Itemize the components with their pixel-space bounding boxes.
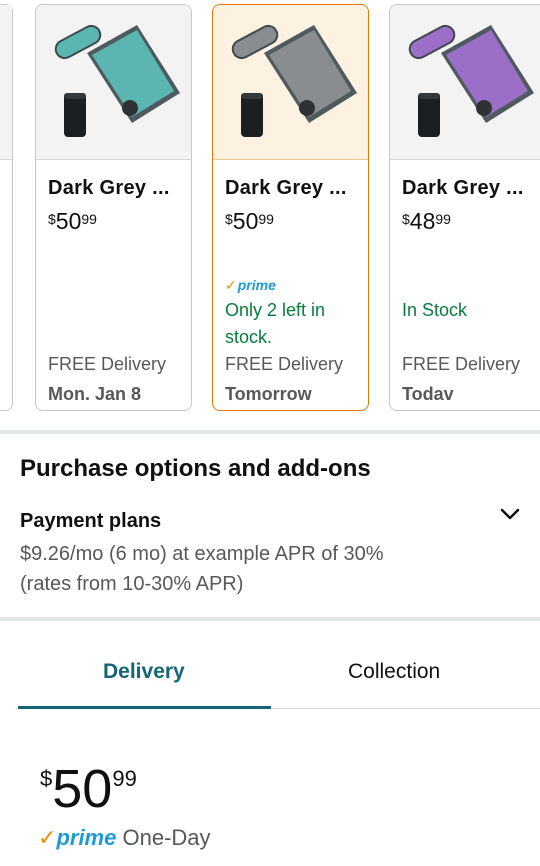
variant-card-3[interactable]: Dark Grey ... $4899 In Stock FREE Delive… (389, 4, 540, 411)
stock-status: In Stock (402, 300, 468, 320)
section-divider (0, 617, 540, 621)
payment-plans-title[interactable]: Payment plans (20, 510, 161, 533)
delivery-day: Todav (402, 384, 454, 404)
product-image (213, 5, 368, 160)
tab-collection[interactable]: Collection (348, 660, 440, 684)
variant-card-partial[interactable] (0, 4, 13, 411)
delivery-speed: One-Day (122, 825, 211, 850)
prime-logo: prime (56, 825, 117, 850)
section-divider (0, 430, 540, 434)
variant-carousel: Dark Grey ... $5099 FREE Delivery Mon. J… (0, 0, 540, 420)
delivery-day: Mon. Jan 8 (48, 384, 142, 404)
delivery-day: Tomorrow (225, 384, 312, 404)
variant-title: Dark Grey ... (225, 177, 347, 199)
variant-title: Dark Grey ... (48, 177, 170, 199)
acupressure-mat-image (54, 24, 180, 137)
prime-check-icon: ✓ (38, 825, 57, 850)
acupressure-mat-image (408, 24, 534, 137)
product-image (36, 5, 191, 160)
prime-one-day: ✓prime One-Day (38, 825, 211, 851)
prime-badge: ✓prime (225, 277, 276, 293)
purchase-options-heading: Purchase options and add-ons (20, 455, 371, 482)
product-image (390, 5, 540, 160)
tab-delivery[interactable]: Delivery (103, 660, 185, 684)
variant-price: $4899 (402, 208, 451, 234)
variant-card-2[interactable]: Dark Grey ... $5099 ✓prime Only 2 left i… (212, 4, 369, 411)
chevron-down-icon[interactable] (498, 505, 522, 525)
variant-title: Dark Grey ... (402, 177, 524, 199)
stock-status-line-1: Only 2 left in (225, 300, 326, 320)
delivery-label: FREE Delivery (225, 354, 344, 374)
active-tab-indicator (18, 706, 271, 709)
payment-plans-detail: $9.26/mo (6 mo) at example APR of 30% (20, 543, 384, 565)
variant-price: $5099 (48, 208, 97, 234)
variant-price: $5099 (225, 208, 274, 234)
stock-status-line-2: stock. (225, 327, 273, 347)
delivery-price: $5099 (40, 759, 137, 819)
delivery-label: FREE Delivery (48, 354, 167, 374)
acupressure-mat-image (231, 24, 357, 137)
variant-card-1[interactable]: Dark Grey ... $5099 FREE Delivery Mon. J… (35, 4, 192, 411)
delivery-label: FREE Delivery (402, 354, 521, 374)
payment-plans-rates: (rates from 10-30% APR) (20, 573, 244, 595)
